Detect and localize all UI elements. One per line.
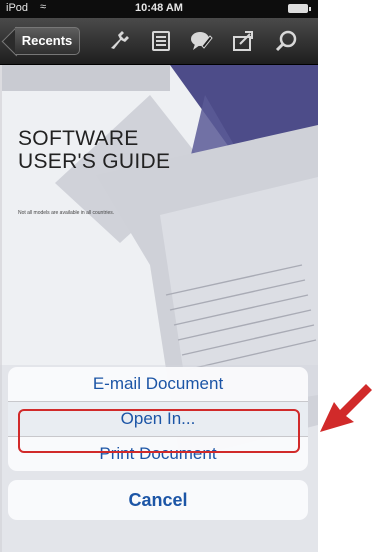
recents-back-button[interactable]: Recents	[1, 26, 80, 57]
search-icon[interactable]	[274, 28, 300, 54]
toolbar: Recents	[0, 18, 318, 65]
action-sheet: E-mail Document Open In... Print Documen…	[8, 367, 308, 520]
annotate-icon[interactable]	[188, 28, 214, 54]
title-line-2: USER'S GUIDE	[18, 150, 171, 173]
title-line-1: SOFTWARE	[18, 127, 139, 150]
tools-icon[interactable]	[106, 28, 132, 54]
clock: 10:48 AM	[135, 2, 183, 14]
back-button-label: Recents	[15, 27, 80, 55]
share-icon[interactable]	[230, 28, 256, 54]
device-screen: iPod ≈ 10:48 AM Recents SOFTWARE USER'S …	[0, 0, 318, 552]
highlight-callout-box	[18, 409, 300, 453]
email-document-button[interactable]: E-mail Document	[8, 367, 308, 401]
reader-mode-icon[interactable]	[148, 28, 174, 54]
cancel-button[interactable]: Cancel	[8, 480, 308, 520]
battery-icon	[288, 4, 311, 13]
document-subtitle: Not all models are available in all coun…	[18, 210, 115, 216]
status-bar: iPod ≈ 10:48 AM	[0, 0, 318, 18]
document-title: SOFTWARE USER'S GUIDE	[18, 127, 170, 173]
callout-arrow-icon	[320, 384, 372, 432]
